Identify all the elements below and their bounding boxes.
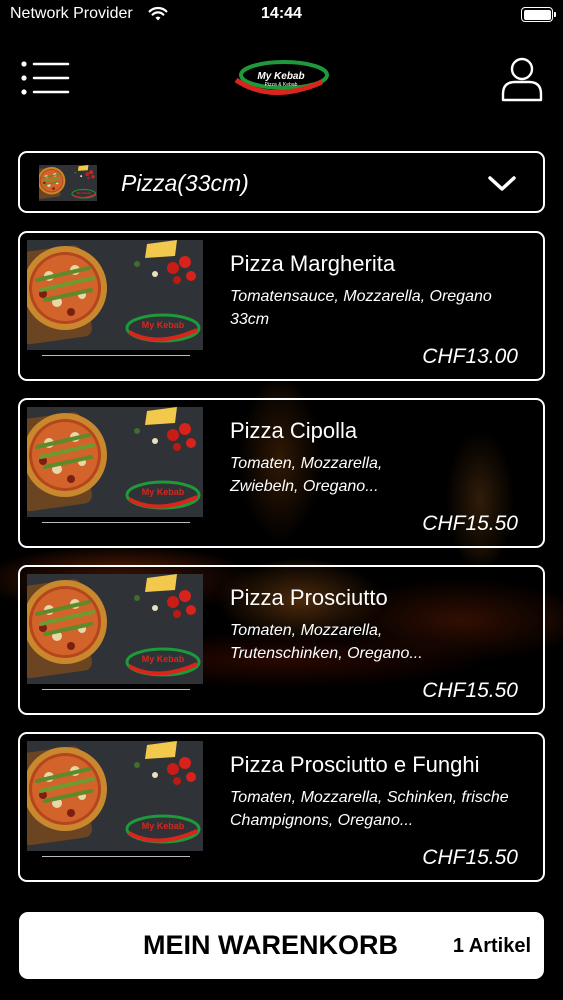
product-card[interactable]: Pizza Margherita Tomatensauce, Mozzarell… bbox=[18, 231, 545, 381]
product-price: CHF15.50 bbox=[422, 512, 518, 535]
clock: 14:44 bbox=[261, 5, 302, 22]
status-bar: Network Provider 14:44 bbox=[0, 0, 563, 30]
divider bbox=[42, 856, 190, 857]
product-title: Pizza Margherita bbox=[230, 251, 396, 276]
cart-button[interactable]: MEIN WARENKORB 1 Artikel bbox=[19, 912, 544, 979]
cart-label: MEIN WARENKORB bbox=[143, 930, 398, 960]
divider bbox=[42, 355, 190, 356]
product-image bbox=[27, 240, 203, 350]
product-price: CHF13.00 bbox=[422, 345, 518, 368]
product-image bbox=[27, 574, 203, 684]
category-thumbnail bbox=[39, 165, 97, 201]
product-description: Tomatensauce, Mozzarella, Oregano 33cm bbox=[230, 288, 492, 328]
product-description: Tomaten, Mozzarella, Trutenschinken, Ore… bbox=[230, 622, 423, 662]
product-image bbox=[27, 741, 203, 851]
chevron-down-icon[interactable] bbox=[487, 173, 517, 193]
divider bbox=[42, 689, 190, 690]
product-title: Pizza Prosciutto e Funghi bbox=[230, 752, 480, 777]
logo-tagline: Pizza & Kebab bbox=[264, 82, 298, 88]
product-price: CHF15.50 bbox=[422, 846, 518, 869]
app-logo: My Kebab Pizza & Kebab bbox=[232, 58, 330, 100]
product-card[interactable]: Pizza Cipolla Tomaten, Mozzarella, Zwieb… bbox=[18, 398, 545, 548]
logo-name: My Kebab bbox=[257, 71, 305, 82]
user-icon[interactable] bbox=[500, 56, 544, 102]
product-image bbox=[27, 407, 203, 517]
cart-item-count: 1 Artikel bbox=[452, 935, 531, 957]
category-label: Pizza(33cm) bbox=[121, 170, 249, 196]
menu-list-icon[interactable] bbox=[20, 60, 72, 96]
product-card[interactable]: Pizza Prosciutto e Funghi Tomaten, Mozza… bbox=[18, 732, 545, 882]
divider bbox=[42, 522, 190, 523]
product-price: CHF15.50 bbox=[422, 679, 518, 702]
battery-icon bbox=[521, 7, 556, 22]
product-card[interactable]: Pizza Prosciutto Tomaten, Mozzarella, Tr… bbox=[18, 565, 545, 715]
product-title: Pizza Cipolla bbox=[230, 418, 358, 443]
product-description: Tomaten, Mozzarella, Schinken, frische C… bbox=[230, 789, 509, 829]
product-title: Pizza Prosciutto bbox=[230, 585, 388, 610]
product-description: Tomaten, Mozzarella, Zwiebeln, Oregano..… bbox=[230, 455, 383, 495]
category-dropdown[interactable]: Pizza(33cm) bbox=[18, 151, 545, 213]
